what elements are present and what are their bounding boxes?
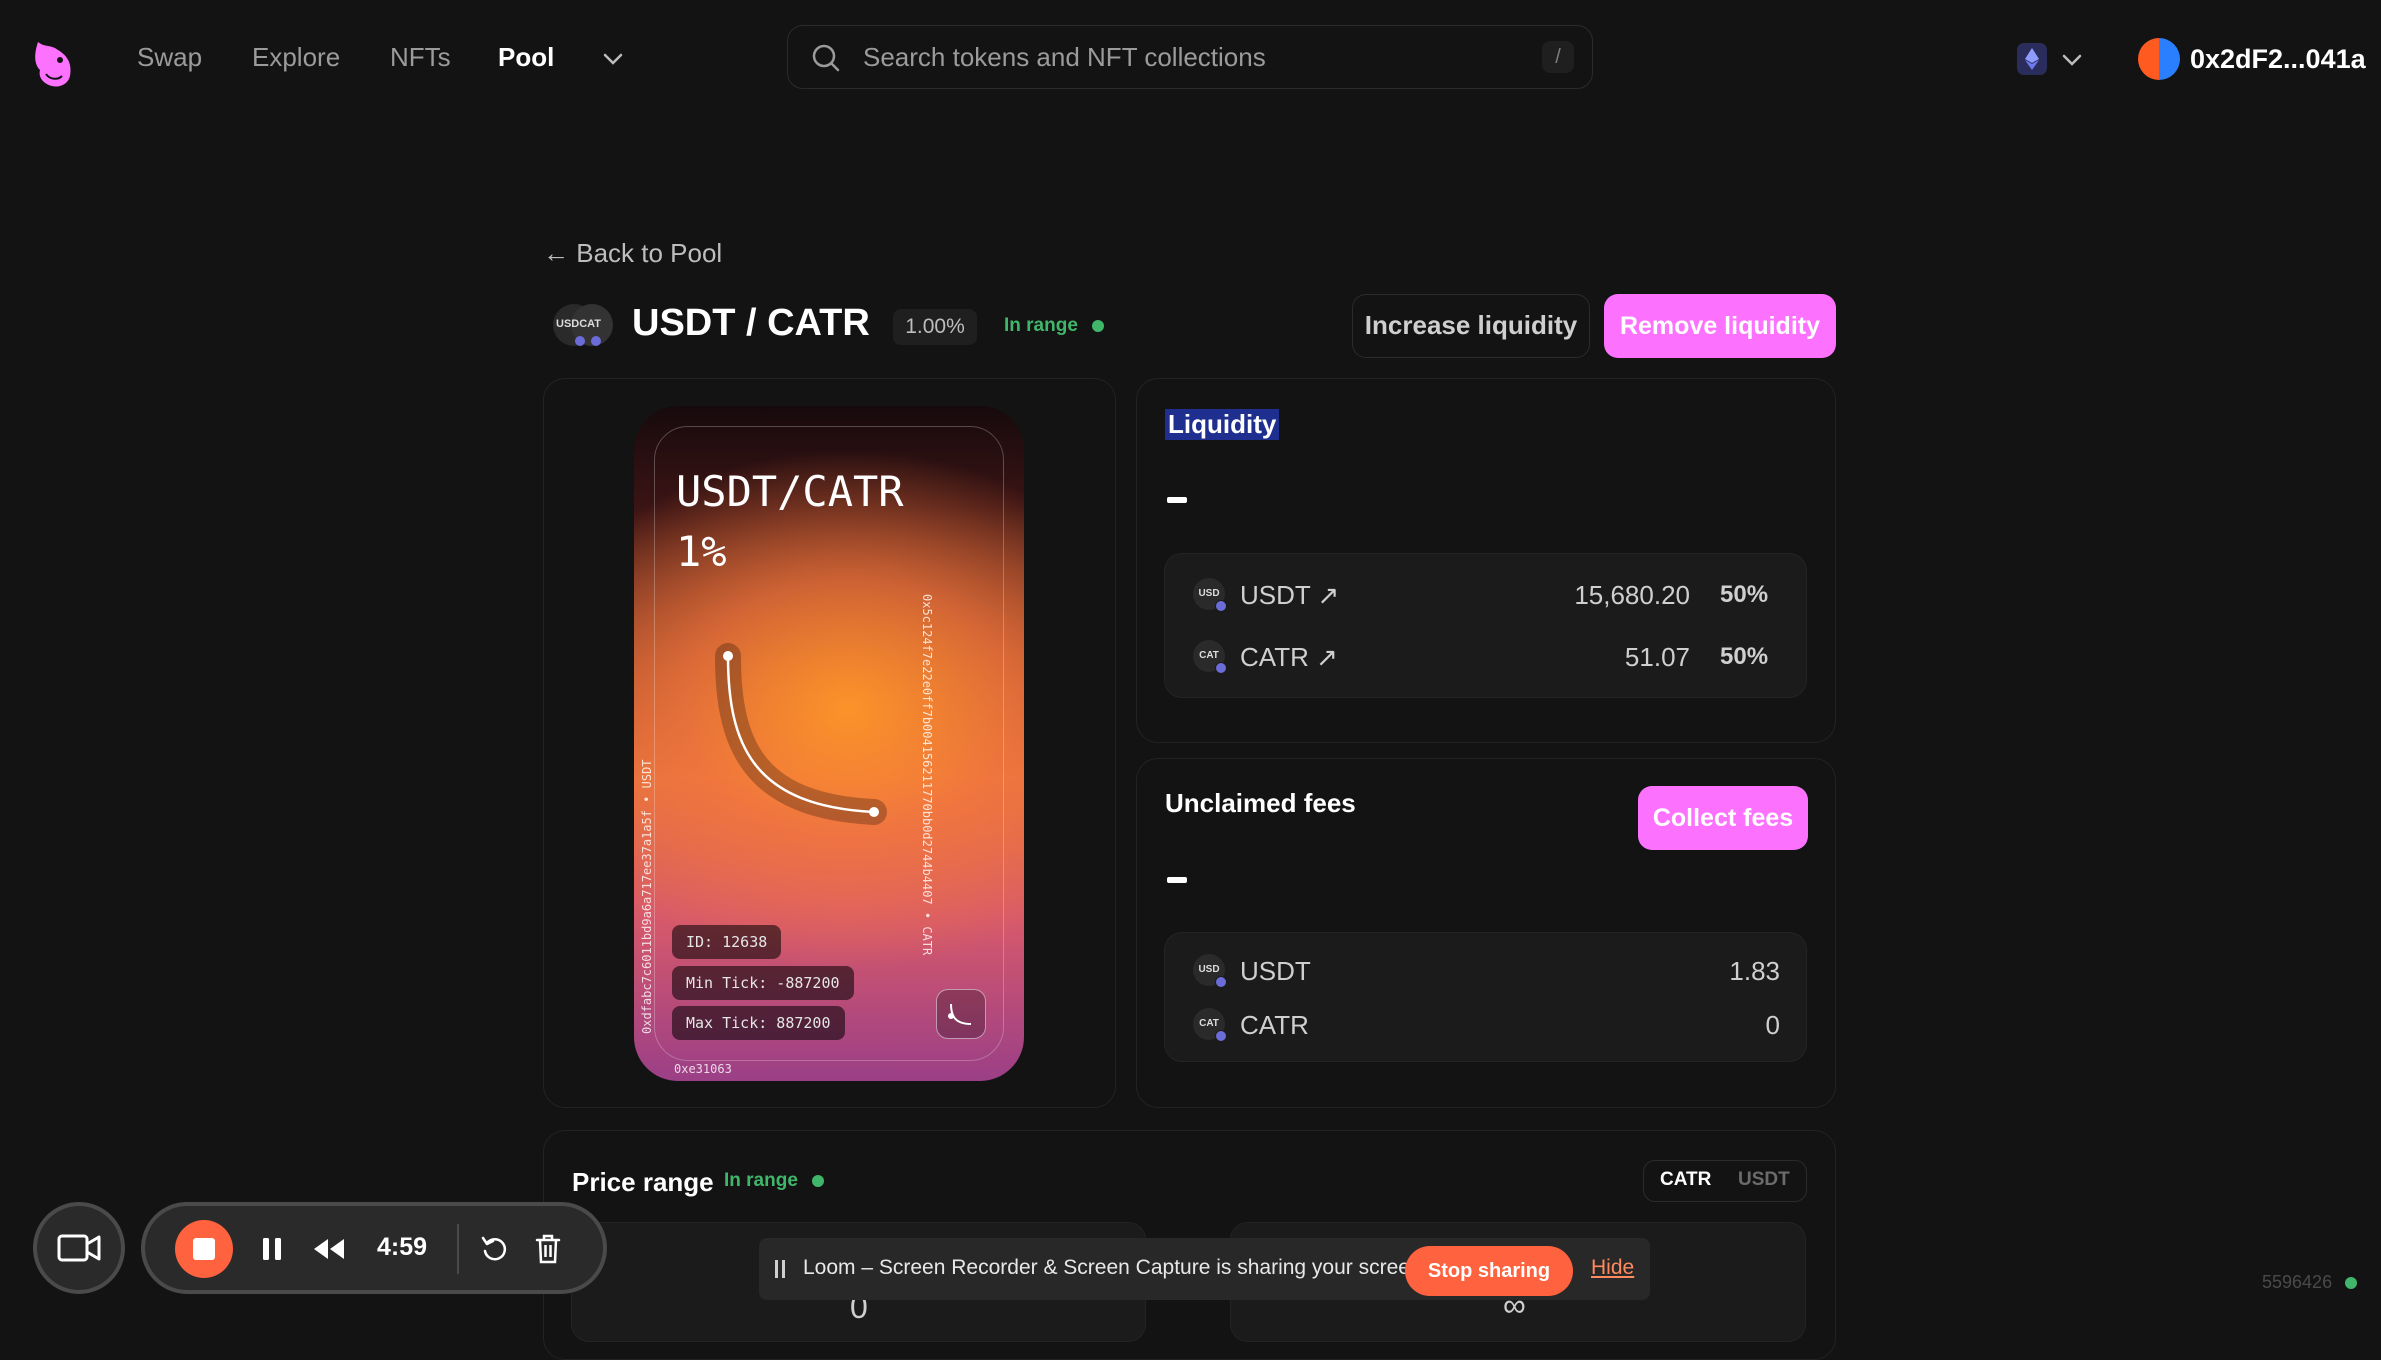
search-input[interactable]: Search tokens and NFT collections <box>863 42 1266 73</box>
price-token-toggle: CATR USDT <box>1643 1160 1807 1202</box>
price-range-heading: Price range <box>572 1167 714 1197</box>
stop-sharing-button[interactable]: Stop sharing <box>1405 1246 1573 1296</box>
uniswap-logo[interactable] <box>28 34 80 92</box>
hide-banner-link[interactable]: Hide <box>1591 1256 1634 1280</box>
video-camera-icon <box>57 1234 101 1262</box>
nft-left-edge: 0xdfabc7c6011bd9a6a717ee37a1a5f • USDT <box>640 759 654 1034</box>
network-chevron-icon[interactable] <box>2058 46 2086 74</box>
price-range-status: In range <box>724 1170 798 1191</box>
nft-top-edge: 0x5c124f7e22e0ff7b004156211770bb0d2744b4… <box>920 594 934 956</box>
catr-token-icon: CAT <box>1193 640 1227 674</box>
nft-curve <box>715 643 887 825</box>
in-range-label: In range <box>1004 315 1078 336</box>
drag-handle-icon[interactable] <box>773 1258 787 1280</box>
increase-liquidity-button[interactable]: Increase liquidity <box>1352 294 1590 358</box>
trash-icon[interactable] <box>533 1232 563 1266</box>
liquidity-value-dash <box>1167 497 1187 503</box>
nft-min-tick: Min Tick: -887200 <box>672 966 854 1000</box>
liquidity-breakdown <box>1164 553 1807 698</box>
nft-id: ID: 12638 <box>672 925 782 959</box>
liquidity-catr-amount: 51.07 <box>1624 642 1690 672</box>
screen-share-banner: Loom – Screen Recorder & Screen Capture … <box>759 1238 1650 1300</box>
fees-usdt-amount: 1.83 <box>1729 956 1780 986</box>
remove-liquidity-button[interactable]: Remove liquidity <box>1604 294 1836 358</box>
nav-nfts[interactable]: NFTs <box>390 42 451 73</box>
loom-camera-button[interactable] <box>33 1202 125 1294</box>
fees-breakdown <box>1164 932 1807 1062</box>
usdt-token-icon: USD <box>1193 954 1227 988</box>
liquidity-catr-pct: 50% <box>1720 643 1769 670</box>
catr-token-icon: CAT <box>1193 1008 1227 1042</box>
fees-catr-amount: 0 <box>1765 1010 1780 1040</box>
fees-usdt-label: USDT <box>1240 956 1311 986</box>
liquidity-heading: Liquidity <box>1165 409 1280 440</box>
nav-explore[interactable]: Explore <box>252 42 340 73</box>
screen-share-message: Loom – Screen Recorder & Screen Capture … <box>803 1256 1428 1279</box>
search-icon <box>812 44 840 72</box>
search-bar[interactable]: Search tokens and NFT collections / <box>787 25 1593 89</box>
liquidity-catr-link[interactable]: CATR ↗ <box>1240 642 1338 673</box>
toggle-catr[interactable]: CATR <box>1660 1169 1711 1191</box>
loom-stop-recording-button[interactable] <box>175 1220 233 1278</box>
account-address[interactable]: 0x2dF2...041a <box>2190 44 2366 75</box>
restart-icon[interactable] <box>479 1234 509 1264</box>
loom-timer: 4:59 <box>377 1233 428 1261</box>
nft-bottom-edge: 0xe31063 <box>674 1062 732 1076</box>
price-range-dot <box>812 1175 824 1187</box>
nft-title: USDT/CATR 1% <box>676 467 904 576</box>
nft-mini-curve <box>936 989 986 1039</box>
fees-catr-label: CATR <box>1240 1010 1309 1040</box>
search-shortcut: / <box>1542 41 1574 73</box>
block-number: 5596426 <box>2262 1272 2333 1292</box>
usdt-token-icon: USD <box>1193 578 1227 612</box>
nav-pool[interactable]: Pool <box>498 42 554 73</box>
rewind-icon[interactable] <box>311 1236 347 1262</box>
liquidity-usdt-link[interactable]: USDT ↗ <box>1240 580 1339 611</box>
liquidity-usdt-amount: 15,680.20 <box>1574 580 1690 610</box>
nav-swap[interactable]: Swap <box>137 42 202 73</box>
toggle-usdt[interactable]: USDT <box>1738 1169 1790 1191</box>
back-to-pool-link[interactable]: ← Back to Pool <box>543 238 722 269</box>
chevron-down-icon[interactable] <box>598 44 628 74</box>
fees-value-dash <box>1167 877 1187 883</box>
ethereum-network-icon[interactable] <box>2017 43 2047 75</box>
pair-title: USDT / CATR <box>632 302 870 344</box>
pair-token-icon: USDCAT <box>553 302 613 348</box>
loom-controls: 4:59 <box>141 1202 607 1294</box>
position-nft-image: USDT/CATR 1% ID: 12638 Min Tick: -887200… <box>634 406 1024 1081</box>
block-status-dot <box>2345 1277 2357 1289</box>
collect-fees-button[interactable]: Collect fees <box>1638 786 1808 850</box>
account-avatar[interactable] <box>2138 38 2180 80</box>
fee-tier-badge: 1.00% <box>893 309 977 345</box>
pause-icon[interactable] <box>259 1235 285 1263</box>
unclaimed-fees-heading: Unclaimed fees <box>1165 788 1356 818</box>
in-range-dot <box>1092 320 1104 332</box>
liquidity-usdt-pct: 50% <box>1720 581 1769 608</box>
nft-max-tick: Max Tick: 887200 <box>672 1006 845 1040</box>
